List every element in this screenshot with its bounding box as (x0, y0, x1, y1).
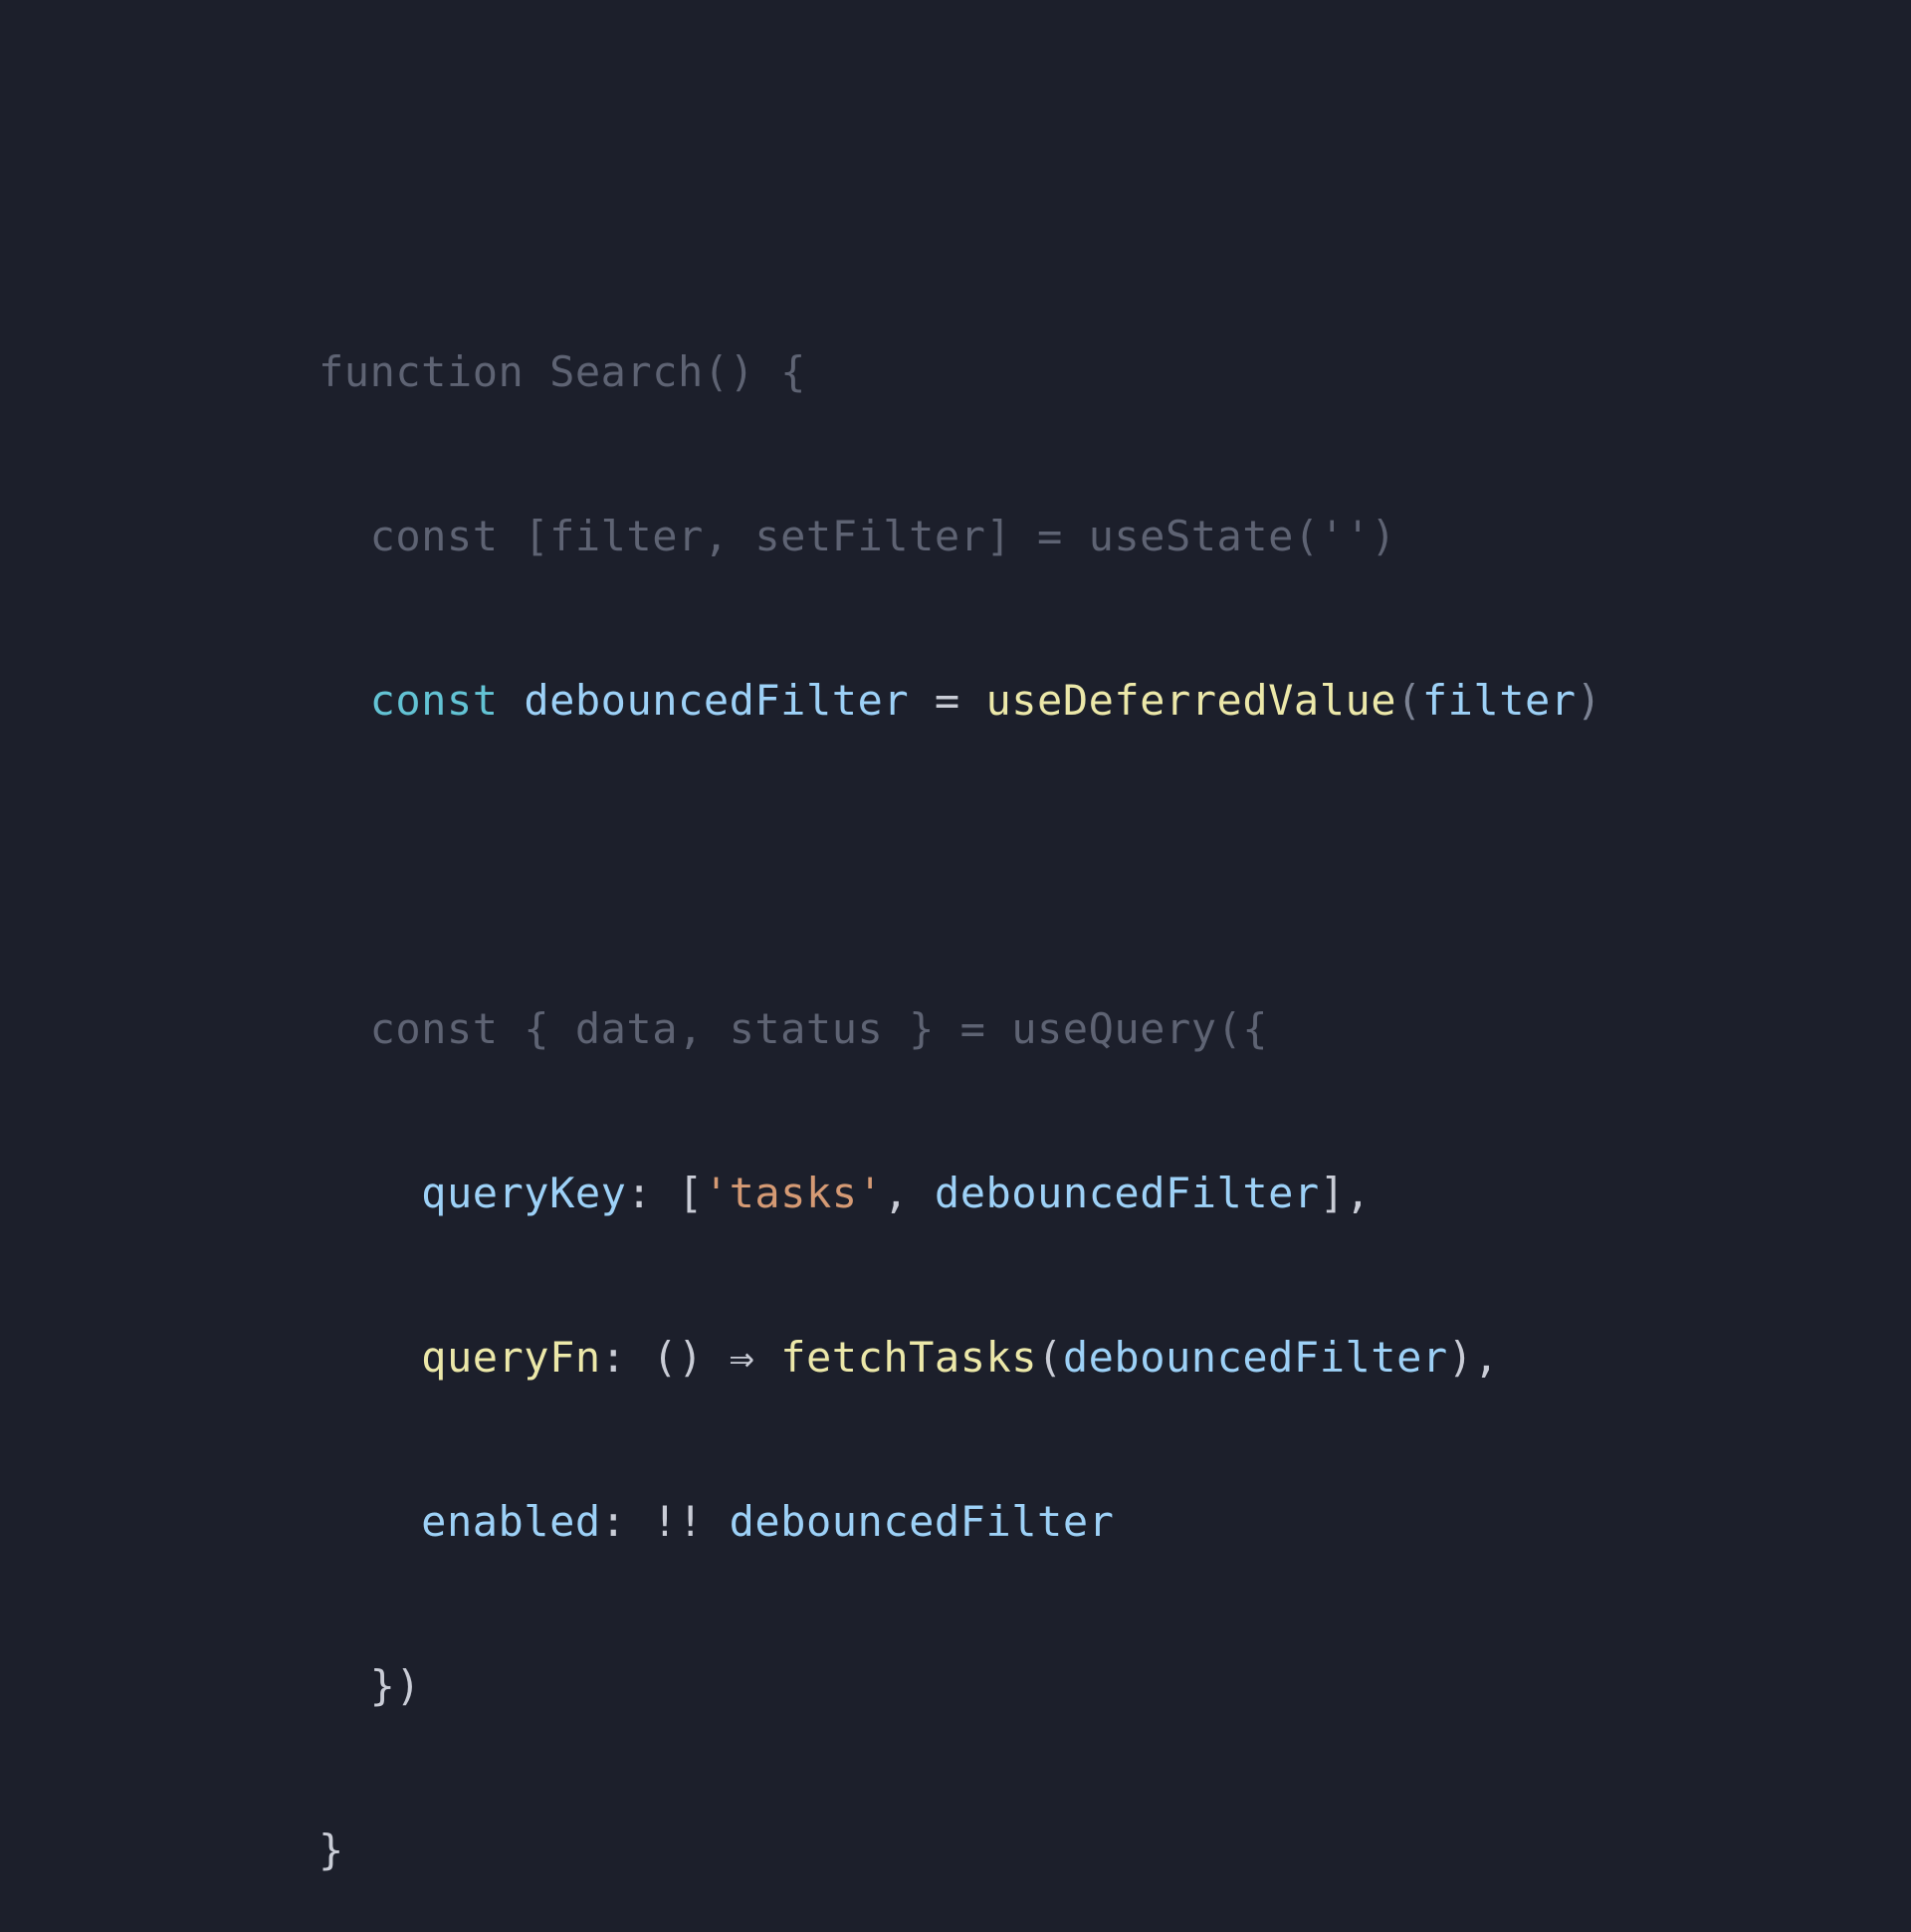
property-query-fn: queryFn (421, 1333, 601, 1382)
variable-debounced-filter: debouncedFilter (934, 1169, 1320, 1217)
keyword-const: const (369, 676, 499, 725)
punctuation: ], (1319, 1169, 1372, 1217)
code-line-9: }) (318, 1661, 422, 1710)
arrow-function: : () ⇒ (600, 1333, 781, 1382)
function-use-deferred-value: useDeferredValue (985, 676, 1397, 725)
punctuation: : !! (600, 1497, 730, 1546)
property-query-key: queryKey (421, 1169, 627, 1217)
code-line-3: const debouncedFilter = useDeferredValue… (318, 673, 1601, 728)
property-enabled: enabled (421, 1497, 601, 1546)
argument-filter: filter (1421, 676, 1577, 725)
variable-debounced-filter: debouncedFilter (729, 1497, 1115, 1546)
variable-debounced-filter: debouncedFilter (1062, 1333, 1448, 1382)
code-line-7: queryFn: () ⇒ fetchTasks(debouncedFilter… (318, 1330, 1601, 1385)
code-line-10: } (318, 1825, 344, 1874)
code-line-1: function Search() { (318, 347, 806, 396)
code-snippet: function Search() { const [filter, setFi… (318, 235, 1601, 1932)
close-paren: ) (1576, 676, 1602, 725)
punctuation: , (883, 1169, 935, 1217)
code-line-5: const { data, status } = useQuery({ (318, 1004, 1269, 1053)
punctuation: ), (1447, 1333, 1500, 1382)
operator-assign: = (909, 676, 986, 725)
open-paren: ( (1396, 676, 1422, 725)
code-line-8: enabled: !! debouncedFilter (318, 1494, 1601, 1549)
punctuation: : [ (626, 1169, 704, 1217)
code-line-6: queryKey: ['tasks', debouncedFilter], (318, 1166, 1601, 1220)
function-fetch-tasks: fetchTasks (780, 1333, 1038, 1382)
variable-debounced-filter: debouncedFilter (524, 676, 910, 725)
open-paren: ( (1037, 1333, 1063, 1382)
code-line-2: const [filter, setFilter] = useState('') (318, 512, 1397, 560)
string-tasks: 'tasks' (703, 1169, 884, 1217)
